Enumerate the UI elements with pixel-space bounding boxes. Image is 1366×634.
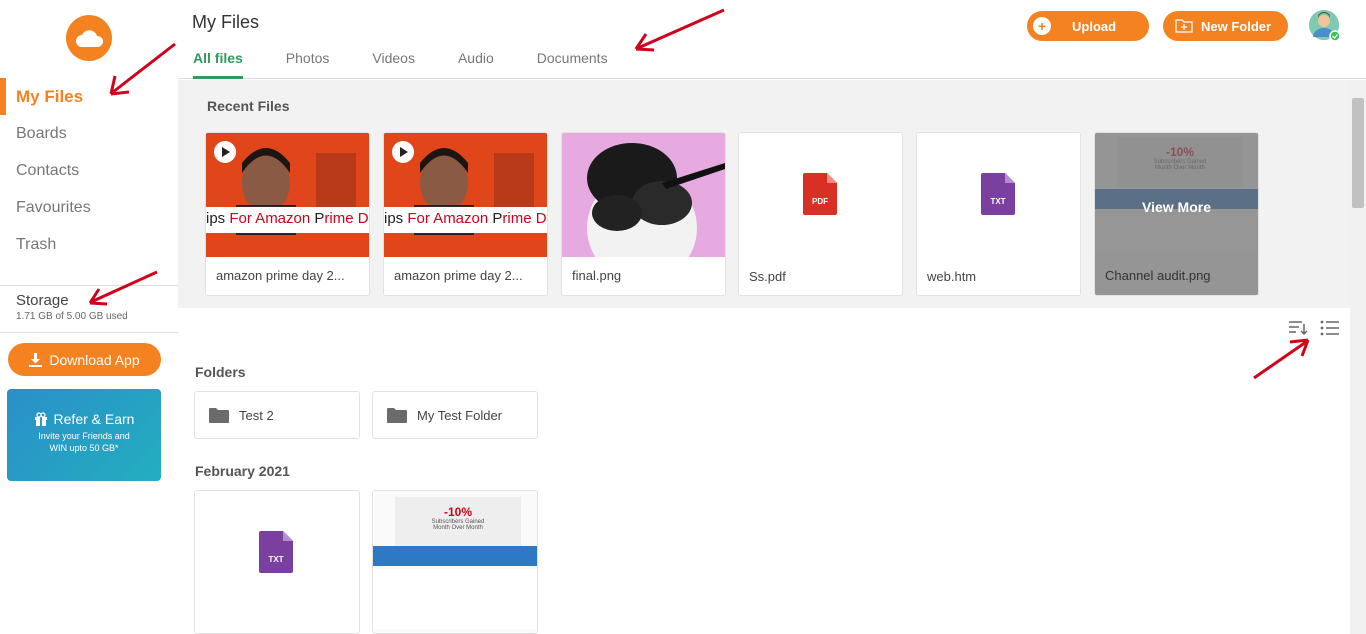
download-app-label: Download App	[49, 351, 140, 368]
file-name: final.png	[572, 268, 622, 283]
upload-button[interactable]: + Upload	[1027, 11, 1149, 41]
txt-file-icon: TXT	[259, 531, 293, 573]
recent-files-title: Recent Files	[207, 98, 290, 114]
image-thumbnail	[562, 133, 725, 257]
recent-file-card[interactable]: ips For Amazon Prime Day amazon prime da…	[383, 132, 548, 296]
vertical-scrollbar[interactable]	[1350, 80, 1366, 634]
folders-title: Folders	[195, 364, 246, 380]
recent-file-card[interactable]: final.png	[561, 132, 726, 296]
plus-icon: +	[1033, 17, 1051, 35]
header: My Files All files Photos Videos Audio D…	[178, 0, 1366, 79]
file-name: amazon prime day 2...	[394, 268, 523, 283]
main-content: Recent Files ips For Amazon Prime Day am…	[178, 80, 1350, 634]
tab-all-files[interactable]: All files	[193, 50, 243, 79]
play-icon	[214, 141, 236, 163]
recent-file-card[interactable]: ips For Amazon Prime Day amazon prime da…	[205, 132, 370, 296]
tab-audio[interactable]: Audio	[458, 50, 494, 79]
tab-videos[interactable]: Videos	[372, 50, 415, 79]
view-toggles	[1288, 320, 1340, 336]
folder-item[interactable]: Test 2	[194, 391, 360, 439]
view-more-label: View More	[1142, 199, 1211, 215]
sidebar: My Files Boards Contacts Favourites Tras…	[0, 0, 178, 634]
sidebar-item-trash[interactable]: Trash	[0, 226, 178, 263]
sidebar-item-contacts[interactable]: Contacts	[0, 152, 178, 189]
file-card[interactable]: -10% Subscribers Gained Month Over Month	[372, 490, 538, 634]
avatar[interactable]	[1309, 10, 1341, 42]
sidebar-item-my-files[interactable]: My Files	[0, 78, 178, 115]
folder-name: Test 2	[239, 407, 274, 423]
storage-panel: Storage 1.71 GB of 5.00 GB used	[0, 285, 178, 333]
storage-title: Storage	[16, 292, 69, 309]
recent-file-card[interactable]: TXT web.htm	[916, 132, 1081, 296]
svg-text:PDF: PDF	[812, 197, 828, 206]
video-thumbnail: ips For Amazon Prime Day	[206, 133, 369, 257]
new-folder-button[interactable]: New Folder	[1163, 11, 1288, 41]
video-caption: ips For Amazon Prime Day	[206, 207, 369, 233]
gift-icon	[34, 412, 47, 426]
sort-icon[interactable]	[1288, 320, 1308, 336]
scrollbar-thumb[interactable]	[1352, 98, 1364, 208]
audit-thumbnail: -10% Subscribers Gained Month Over Month	[373, 491, 537, 633]
sidebar-item-favourites[interactable]: Favourites	[0, 189, 178, 226]
list-view-icon[interactable]	[1320, 320, 1340, 336]
file-name: Ss.pdf	[749, 269, 786, 284]
video-caption: ips For Amazon Prime Day	[384, 207, 547, 233]
svg-text:TXT: TXT	[990, 197, 1005, 206]
app-window: My Files Boards Contacts Favourites Tras…	[0, 0, 1366, 634]
cloud-logo-icon[interactable]	[66, 15, 112, 61]
play-icon	[392, 141, 414, 163]
audit-percent: -10%	[443, 505, 472, 519]
storage-used-text: 1.71 GB of 5.00 GB used	[16, 311, 128, 322]
refer-line-2: WIN upto 50 GB*	[49, 443, 119, 453]
refer-line-1: Invite your Friends and	[38, 431, 130, 441]
file-name: Channel audit.png	[1105, 268, 1211, 283]
file-name: amazon prime day 2...	[216, 268, 345, 283]
svg-text:TXT: TXT	[268, 555, 283, 564]
download-icon	[29, 352, 43, 367]
download-app-button[interactable]: Download App	[8, 343, 161, 376]
file-card[interactable]: TXT	[194, 490, 360, 634]
february-title: February 2021	[195, 463, 290, 479]
folder-item[interactable]: My Test Folder	[372, 391, 538, 439]
recent-files-section: Recent Files ips For Amazon Prime Day am…	[178, 80, 1350, 308]
file-name: web.htm	[927, 269, 977, 284]
refer-title: Refer & Earn	[53, 411, 135, 427]
folder-icon	[387, 407, 407, 423]
tab-photos[interactable]: Photos	[286, 50, 330, 79]
view-more-card[interactable]: -10% Subscribers Gained Month Over Month…	[1094, 132, 1259, 296]
audit-subtitle-2: Month Over Month	[433, 525, 483, 531]
file-type-tabs: All files Photos Videos Audio Documents	[193, 50, 651, 79]
folder-name: My Test Folder	[417, 407, 503, 423]
page-title: My Files	[192, 12, 259, 32]
pdf-file-icon: PDF	[803, 173, 837, 215]
folder-icon	[209, 407, 229, 423]
recent-file-card[interactable]: PDF Ss.pdf	[738, 132, 903, 296]
video-thumbnail: ips For Amazon Prime Day	[384, 133, 547, 257]
sidebar-nav: My Files Boards Contacts Favourites Tras…	[0, 78, 178, 263]
new-folder-label: New Folder	[1201, 18, 1272, 34]
refer-earn-banner[interactable]: Refer & Earn Invite your Friends and WIN…	[7, 389, 161, 481]
upload-label: Upload	[1072, 18, 1117, 34]
tab-documents[interactable]: Documents	[537, 50, 608, 79]
folder-plus-icon	[1175, 19, 1193, 33]
txt-file-icon: TXT	[981, 173, 1015, 215]
sidebar-item-boards[interactable]: Boards	[0, 115, 178, 152]
